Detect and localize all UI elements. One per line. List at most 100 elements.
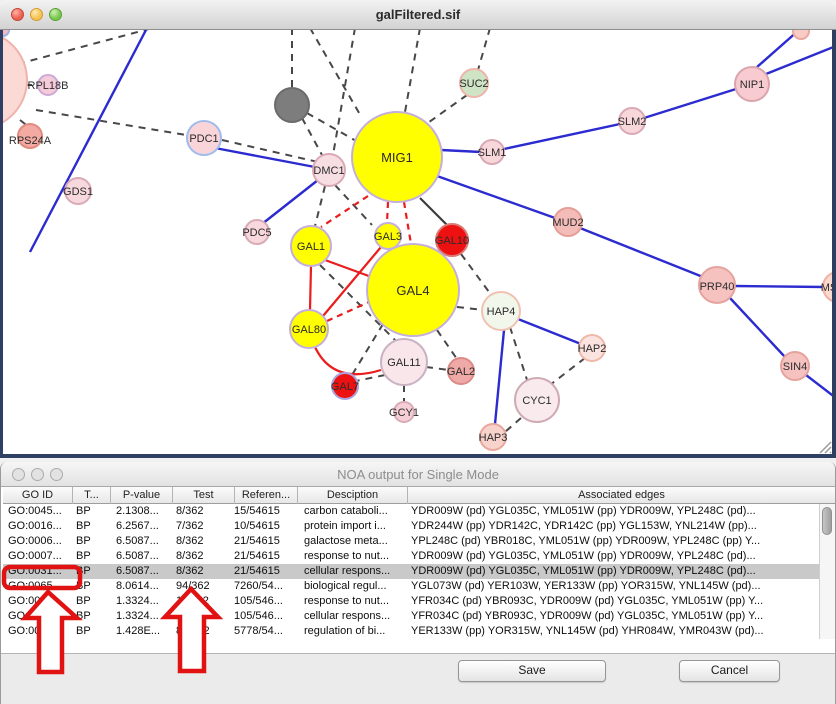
cell-test: 11/362 [176, 594, 233, 609]
cell-p-value: 6.5087... [116, 534, 171, 549]
cell-type: BP [76, 504, 110, 519]
column-header-p-value[interactable]: P-value [111, 486, 173, 504]
node-label: SLM2 [618, 116, 647, 128]
cell-go-id: GO:0006... [8, 534, 74, 549]
noa-output-window: NOA output for Single Mode GO ID T... P-… [0, 462, 836, 704]
column-header-description[interactable]: Desciption [298, 486, 408, 504]
node-label: MUD2 [552, 217, 583, 229]
cell-go-id: GO:0065... [8, 579, 74, 594]
cell-p-value: 6.5087... [116, 549, 171, 564]
cell-p-value: 6.5087... [116, 564, 171, 579]
node-label: GAL2 [447, 366, 475, 378]
table-row-selected[interactable]: GO:0031...BP6.5087...8/36221/54615cellul… [3, 564, 820, 579]
cell-description: response to nut... [304, 594, 406, 609]
node-clipped-large[interactable] [0, 31, 27, 129]
table-row[interactable]: GO:0016...BP6.2567...7/36210/54615protei… [3, 519, 820, 534]
button-panel: Save Cancel [1, 653, 835, 704]
cancel-button[interactable]: Cancel [679, 660, 780, 682]
node-label: HAP4 [487, 306, 516, 318]
cell-reference: 105/546... [234, 609, 298, 624]
cell-test: 80/362 [176, 624, 233, 639]
cell-description: cellular respons... [304, 564, 406, 579]
node-label: GAL10 [435, 235, 469, 247]
titlebar[interactable]: galFiltered.sif [0, 0, 836, 30]
cell-test: 8/362 [176, 549, 233, 564]
column-header-go-id[interactable]: GO ID [3, 486, 73, 504]
node-label: GDS1 [63, 186, 93, 198]
table-row[interactable]: GO:0031...BP1.3324...11/362105/546...cel… [3, 609, 820, 624]
table-row[interactable]: GO:0031...BP1.3324...11/362105/546...res… [3, 594, 820, 609]
cell-associated-edges: YFR034C (pd) YBR093C, YDR009W (pd) YGL03… [411, 594, 819, 609]
table-row[interactable]: GO:0050...BP1.428E...80/3625778/54...reg… [3, 624, 820, 639]
cell-test: 11/362 [176, 609, 233, 624]
node-label: SLM1 [478, 147, 507, 159]
cell-test: 94/362 [176, 579, 233, 594]
node-label: CYC1 [522, 395, 551, 407]
cell-go-id: GO:0016... [8, 519, 74, 534]
cell-p-value: 1.428E... [116, 624, 171, 639]
cell-go-id: GO:0050... [8, 624, 74, 639]
cell-test: 7/362 [176, 519, 233, 534]
node-unlabeled-gray[interactable] [275, 88, 309, 122]
node-label: GAL3 [374, 231, 402, 243]
node-label: MIG1 [381, 150, 413, 165]
cell-description: regulation of bi... [304, 624, 406, 639]
cell-description: biological regul... [304, 579, 406, 594]
node-label: PDC5 [242, 227, 271, 239]
cell-type: BP [76, 534, 110, 549]
network-edges-dark [420, 198, 448, 226]
cell-type: BP [76, 519, 110, 534]
cell-go-id: GO:0045... [8, 504, 74, 519]
column-header-associated-edges[interactable]: Associated edges [408, 486, 835, 504]
cell-reference: 21/54615 [234, 549, 298, 564]
cell-test: 8/362 [176, 534, 233, 549]
scrollbar-track[interactable] [819, 504, 835, 639]
network-edges-blue [30, 28, 836, 424]
node-label: GCY1 [389, 407, 419, 419]
cell-type: BP [76, 594, 110, 609]
cell-associated-edges: YDR244W (pp) YDR142C, YDR142C (pp) YGL15… [411, 519, 819, 534]
network-canvas[interactable]: RPL18B RPS24A GDS1 PDC1 DMC1 MIG1 SUC2 S… [0, 0, 836, 458]
node-label: HAP3 [479, 432, 508, 444]
node-label: SUC2 [459, 78, 488, 90]
table-row[interactable]: GO:0045...BP2.1308...8/36215/54615carbon… [3, 504, 820, 519]
table-row[interactable]: GO:0007...BP6.5087...8/36221/54615respon… [3, 549, 820, 564]
node-label: NIP1 [740, 79, 764, 91]
node-label: SIN4 [783, 361, 807, 373]
cell-description: carbon cataboli... [304, 504, 406, 519]
cell-reference: 15/54615 [234, 504, 298, 519]
titlebar[interactable]: NOA output for Single Mode [1, 462, 835, 487]
cell-test: 8/362 [176, 564, 233, 579]
cell-associated-edges: YDR009W (pd) YGL035C, YML051W (pp) YDR00… [411, 504, 819, 519]
table-row[interactable]: GO:0006...BP6.5087...8/36221/54615galact… [3, 534, 820, 549]
cell-reference: 105/546... [234, 594, 298, 609]
window-title: galFiltered.sif [0, 7, 836, 22]
cell-p-value: 6.2567... [116, 519, 171, 534]
table-row[interactable]: GO:0065...BP8.0614...94/3627260/54...bio… [3, 579, 820, 594]
node-label: PDC1 [189, 133, 218, 145]
cell-go-id: GO:0031... [8, 564, 74, 579]
window-title: NOA output for Single Mode [1, 467, 835, 482]
column-header-reference[interactable]: Referen... [235, 486, 298, 504]
column-header-type[interactable]: T... [73, 486, 111, 504]
save-button[interactable]: Save [458, 660, 606, 682]
column-header-test[interactable]: Test [173, 486, 235, 504]
node-label: PRP40 [700, 281, 735, 293]
cell-description: cellular respons... [304, 609, 406, 624]
table-header: GO ID T... P-value Test Referen... Desci… [3, 486, 835, 504]
node-label: RPS24A [9, 135, 52, 147]
cell-reference: 10/54615 [234, 519, 298, 534]
scrollbar-thumb[interactable] [822, 507, 832, 535]
network-window: RPL18B RPS24A GDS1 PDC1 DMC1 MIG1 SUC2 S… [0, 0, 836, 458]
cell-associated-edges: YER133W (pp) YOR315W, YNL145W (pd) YHR08… [411, 624, 819, 639]
cell-type: BP [76, 549, 110, 564]
node-label: GAL1 [297, 241, 325, 253]
resize-grip[interactable] [820, 442, 831, 453]
cell-go-id: GO:0031... [8, 594, 74, 609]
node-label: DMC1 [313, 165, 344, 177]
cell-type: BP [76, 579, 110, 594]
cell-go-id: GO:0031... [8, 609, 74, 624]
node-label: GAL4 [396, 283, 429, 298]
cell-associated-edges: YGL073W (pd) YER103W, YER133W (pp) YOR31… [411, 579, 819, 594]
node-label: GAL11 [387, 357, 420, 369]
